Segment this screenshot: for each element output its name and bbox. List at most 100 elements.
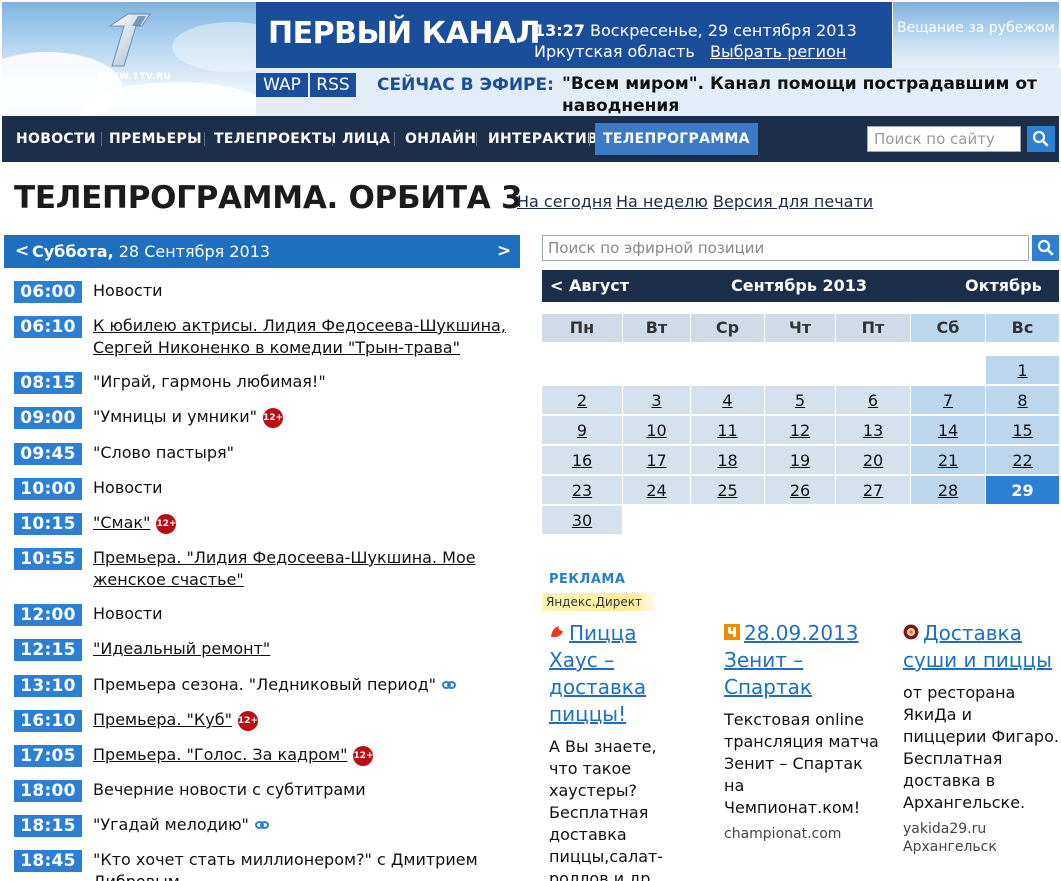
program-title-wrap: Премьера сезона. "Ледниковый период" [93, 674, 513, 696]
ad-block: Пицца Хаус – доставка пиццы! А Вы знаете… [549, 620, 664, 881]
rss-button[interactable]: RSS [310, 73, 356, 97]
nav-item-tv-guide[interactable]: ТЕЛЕПРОГРАММА [595, 123, 758, 155]
current-date: Воскресенье, 29 сентября 2013 [590, 21, 857, 40]
program-title-wrap: "Смак" 12+ [93, 512, 513, 534]
calendar-day[interactable]: 30 [542, 506, 622, 534]
program-title[interactable]: Премьера. "Голос. За кадром" [93, 745, 347, 764]
calendar-day[interactable]: 15 [986, 416, 1059, 444]
calendar-day[interactable]: 11 [691, 416, 764, 444]
sushi-icon [903, 624, 919, 640]
calendar-day[interactable]: 2 [542, 386, 622, 414]
nav-item-premieres[interactable]: ПРЕМЬЕРЫ [109, 116, 202, 162]
week-link[interactable]: На неделю [616, 192, 708, 211]
chain-link-icon[interactable] [254, 820, 269, 830]
ad-source[interactable]: championat.com [724, 825, 884, 843]
ad-title-link[interactable]: 28.09.2013 Зенит – Спартак [724, 620, 884, 701]
program-time: 12:15 [14, 639, 82, 661]
nav-item-online[interactable]: ОНЛАЙН [405, 116, 476, 162]
program-time: 08:15 [14, 372, 82, 394]
calendar-day[interactable]: 14 [911, 416, 985, 444]
calendar-day[interactable]: 18 [691, 446, 764, 474]
search-icon [1032, 130, 1049, 147]
calendar-day[interactable]: 4 [691, 386, 764, 414]
program-title: "Играй, гармонь любимая!" [93, 372, 326, 391]
program-title[interactable]: "Идеальный ремонт" [93, 638, 513, 660]
calendar-day[interactable]: 10 [623, 416, 690, 444]
ad-title-link[interactable]: Доставка суши и пиццы [903, 620, 1059, 674]
air-position-search-input[interactable]: Поиск по эфирной позиции [542, 235, 1029, 261]
calendar-weekday: Чт [765, 314, 835, 342]
calendar-day[interactable]: 7 [911, 386, 985, 414]
calendar-day[interactable]: 9 [542, 416, 622, 444]
ad-block: Доставка суши и пиццы от ресторана ЯкиДа… [903, 620, 1059, 856]
air-position-search-button[interactable] [1032, 235, 1059, 261]
calendar-day[interactable]: 12 [765, 416, 835, 444]
nav-item-news[interactable]: НОВОСТИ [16, 116, 96, 162]
main-nav: НОВОСТИ ПРЕМЬЕРЫ ТЕЛЕПРОЕКТЫ ЛИЦА ОНЛАЙН… [2, 116, 1059, 162]
calendar-day[interactable]: 20 [836, 446, 910, 474]
calendar-day[interactable]: 13 [836, 416, 910, 444]
ad-title: 28.09.2013 Зенит – Спартак [724, 621, 859, 699]
calendar-day[interactable]: 16 [542, 446, 622, 474]
calendar-day[interactable]: 22 [986, 446, 1059, 474]
nav-item-faces[interactable]: ЛИЦА [342, 116, 390, 162]
program-time: 06:10 [14, 316, 82, 338]
ad-source[interactable]: yakida29.ru [903, 820, 1059, 838]
channel-title[interactable]: ПЕРВЫЙ КАНАЛ [268, 16, 541, 51]
nav-item-tv-projects[interactable]: ТЕЛЕПРОЕКТЫ [214, 116, 337, 162]
day-name: Суббота, [32, 242, 114, 261]
calendar-day[interactable]: 17 [623, 446, 690, 474]
today-link[interactable]: На сегодня [517, 192, 612, 211]
onair-program[interactable]: "Всем миром". Канал помощи пострадавшим … [562, 73, 1052, 117]
calendar-day[interactable]: 25 [691, 476, 764, 504]
site-search-input[interactable]: Поиск по сайту [867, 126, 1021, 152]
calendar-day[interactable]: 23 [542, 476, 622, 504]
calendar-day[interactable]: 29 [986, 476, 1059, 504]
current-time: 13:27 [534, 21, 585, 40]
wap-button[interactable]: WAP [256, 73, 308, 97]
site-search-button[interactable] [1027, 126, 1055, 152]
program-time: 16:10 [14, 710, 82, 732]
yandex-direct-label[interactable]: Яндекс.Директ [542, 593, 658, 611]
program-title[interactable]: Премьера. "Куб" [93, 710, 232, 729]
calendar-day[interactable]: 19 [765, 446, 835, 474]
program-title: Новости [93, 604, 163, 623]
program-title[interactable]: "Смак" [93, 513, 150, 532]
nav-item-interactive[interactable]: ИНТЕРАКТИВ [488, 116, 598, 162]
calendar-day[interactable]: 5 [765, 386, 835, 414]
prev-month-button[interactable]: < Август [550, 270, 629, 302]
calendar-day[interactable]: 8 [986, 386, 1059, 414]
logo-area[interactable]: WWW.1TV.RU [2, 2, 256, 116]
calendar-day[interactable]: 27 [836, 476, 910, 504]
program-time: 09:45 [14, 443, 82, 465]
calendar-weekday: Пн [542, 314, 622, 342]
program-title[interactable]: Премьера. "Лидия Федосеева-Шукшина. Мое … [93, 547, 513, 591]
calendar-day[interactable]: 24 [623, 476, 690, 504]
championat-icon [724, 624, 740, 640]
calendar-day[interactable]: 6 [836, 386, 910, 414]
print-version-link[interactable]: Версия для печати [713, 192, 873, 211]
calendar-day[interactable]: 1 [986, 356, 1059, 384]
next-day-button[interactable]: > [497, 235, 511, 268]
calendar-day[interactable]: 26 [765, 476, 835, 504]
calendar-day[interactable]: 3 [623, 386, 690, 414]
current-month-label: Сентябрь 2013 [731, 276, 868, 295]
ad-title-link[interactable]: Пицца Хаус – доставка пиццы! [549, 620, 664, 728]
select-region-link[interactable]: Выбрать регион [710, 42, 846, 61]
ad-source-city: Архангельск [903, 839, 997, 855]
age-rating-badge: 12+ [353, 746, 374, 766]
channel-one-logo-icon [108, 13, 151, 67]
calendar-weekday: Вт [623, 314, 690, 342]
program-title: Новости [93, 478, 163, 497]
prev-day-button[interactable]: < [15, 235, 29, 268]
program-title[interactable]: К юбилею актрисы. Лидия Федосеева-Шукшин… [93, 315, 513, 359]
calendar-header: < Август Сентябрь 2013 Октябрь > [542, 270, 1059, 327]
abroad-broadcast-link[interactable]: Вещание за рубежом [893, 2, 1059, 68]
calendar-day[interactable]: 21 [911, 446, 985, 474]
header-banner: ПЕРВЫЙ КАНАЛ 13:27 Воскресенье, 29 сентя… [256, 2, 892, 68]
site-header: WWW.1TV.RU ПЕРВЫЙ КАНАЛ 13:27 Воскресень… [0, 0, 1061, 116]
program-title: "Слово пастыря" [93, 443, 235, 462]
calendar-day[interactable]: 28 [911, 476, 985, 504]
program-title: Вечерние новости с субтитрами [93, 780, 366, 799]
chain-link-icon[interactable] [442, 680, 457, 690]
